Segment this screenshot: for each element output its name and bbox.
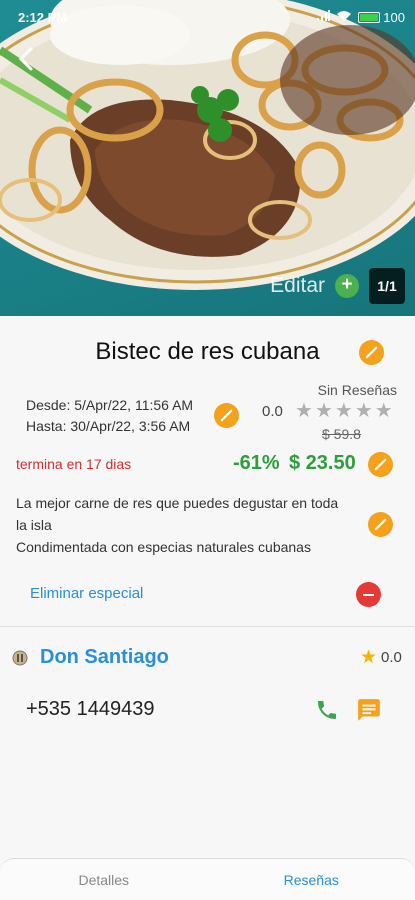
- star-icon: ★: [354, 400, 373, 422]
- wifi-icon: [336, 10, 352, 25]
- star-icon: ★: [360, 647, 378, 668]
- battery-icon: [358, 11, 381, 23]
- signal-icon: [316, 9, 331, 25]
- reviews-label: Sin Reseñas: [317, 382, 397, 398]
- message-button[interactable]: [356, 697, 382, 723]
- chat-icon: [358, 699, 380, 721]
- pencil-icon: [220, 409, 233, 422]
- star-icon: ★: [334, 400, 353, 422]
- battery-indicator: 100: [358, 10, 405, 25]
- date-from: Desde: 5/Apr/22, 11:56 AM: [26, 397, 194, 413]
- edit-description-button[interactable]: [368, 512, 393, 537]
- validity-dates: Desde: 5/Apr/22, 11:56 AM Hasta: 30/Apr/…: [26, 395, 193, 437]
- rating-stars: ★ ★ ★ ★ ★: [295, 400, 393, 422]
- discount-percent: -61%: [233, 452, 280, 474]
- add-photo-button[interactable]: +: [335, 274, 359, 298]
- special-price: $ 23.50: [289, 452, 356, 474]
- back-button[interactable]: [12, 44, 42, 74]
- tab-reviews[interactable]: Reseñas: [208, 859, 415, 900]
- date-to: Hasta: 30/Apr/22, 3:56 AM: [26, 418, 191, 434]
- rating-value: 0.0: [262, 403, 283, 420]
- pencil-icon: [374, 458, 387, 471]
- bottom-tab-bar: Detalles Reseñas: [0, 858, 415, 900]
- edit-dates-button[interactable]: [214, 403, 239, 428]
- store-icon: [12, 650, 28, 666]
- call-button[interactable]: [315, 698, 339, 722]
- battery-level: 100: [383, 9, 405, 25]
- divider: [0, 626, 415, 627]
- star-icon: ★: [295, 400, 313, 422]
- tab-details[interactable]: Detalles: [0, 859, 208, 900]
- original-price: $ 59.8: [322, 426, 361, 442]
- item-description: La mejor carne de res que puedes degusta…: [16, 492, 346, 558]
- remove-special-button[interactable]: [356, 582, 381, 607]
- description-line: La mejor carne de res que puedes degusta…: [16, 495, 339, 533]
- store-rating: 0.0: [381, 649, 402, 666]
- pencil-icon: [365, 346, 378, 359]
- star-icon: ★: [314, 400, 333, 422]
- store-phone: +535 1449439: [26, 698, 155, 720]
- phone-icon: [318, 701, 336, 719]
- item-title: Bistec de res cubana: [95, 338, 320, 365]
- edit-photos-button[interactable]: Editar: [270, 274, 325, 298]
- status-time: 2:12 PM: [18, 9, 68, 25]
- expiry-text: termina en 17 dias: [16, 456, 132, 472]
- remove-special-link[interactable]: Eliminar especial: [30, 585, 143, 602]
- photo-edit-row: Editar + 1/1: [270, 268, 405, 304]
- star-icon: ★: [374, 400, 393, 422]
- photo-page-counter: 1/1: [369, 268, 405, 304]
- description-line: Condimentada con especias naturales cuba…: [16, 539, 311, 555]
- arrow-back-icon: [18, 47, 33, 71]
- store-name-link[interactable]: Don Santiago: [40, 646, 169, 669]
- edit-price-button[interactable]: [368, 452, 393, 477]
- status-bar: 2:12 PM 100: [0, 0, 415, 34]
- pencil-icon: [374, 518, 387, 531]
- edit-title-button[interactable]: [359, 340, 384, 365]
- status-icons: 100: [316, 9, 405, 25]
